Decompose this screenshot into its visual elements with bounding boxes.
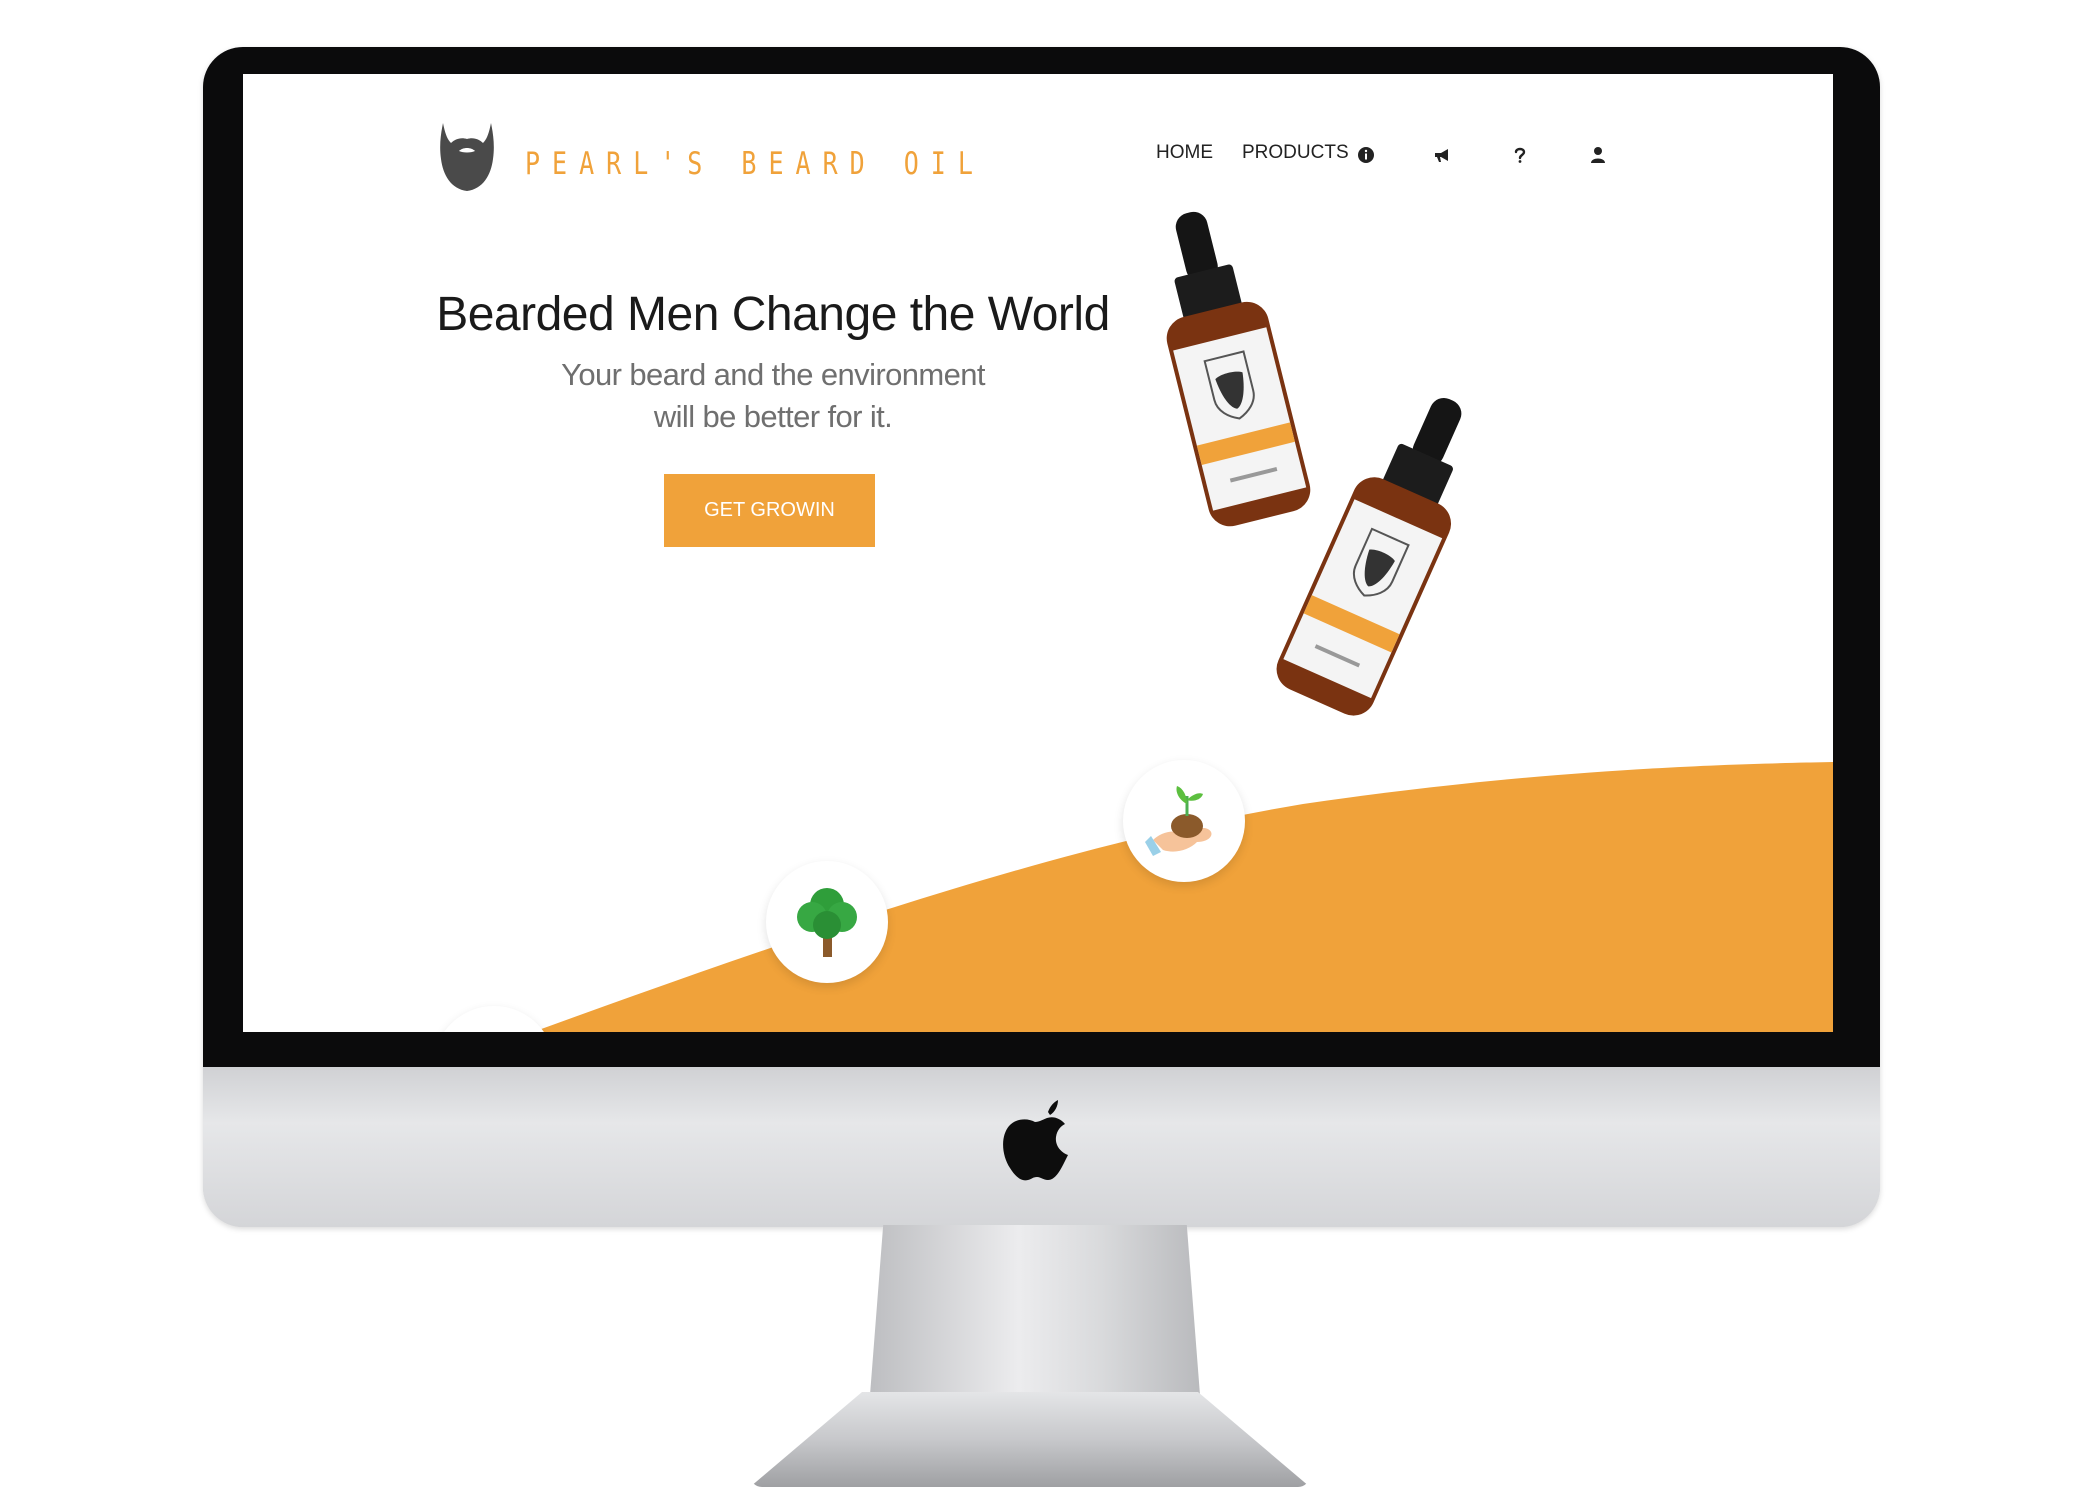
imac-stand-foot — [750, 1392, 1310, 1487]
imac-stand — [870, 1225, 1200, 1395]
main-nav: HOME PRODUCTS — [243, 142, 1833, 178]
question-icon[interactable] — [1511, 146, 1529, 164]
get-growin-button[interactable]: GET GROWIN — [664, 474, 875, 547]
orange-wave-background — [533, 762, 1833, 1032]
nav-home[interactable]: HOME — [1156, 142, 1213, 164]
user-icon[interactable] — [1589, 146, 1607, 164]
nav-products[interactable]: PRODUCTS — [1242, 142, 1349, 164]
info-icon[interactable] — [1357, 146, 1375, 164]
beard-oil-bottle-image-2 — [1276, 397, 1462, 716]
megaphone-icon[interactable] — [1433, 146, 1451, 164]
feature-circle-tree[interactable] — [766, 861, 888, 983]
feature-circle-seedling[interactable] — [1123, 760, 1245, 882]
tree-icon — [797, 888, 857, 957]
website-screen: PEARL'S BEARD OIL HOME PRODUCTS Bearded … — [243, 74, 1833, 1032]
apple-icon — [1003, 1100, 1068, 1181]
seedling-hand-icon — [1145, 786, 1212, 856]
